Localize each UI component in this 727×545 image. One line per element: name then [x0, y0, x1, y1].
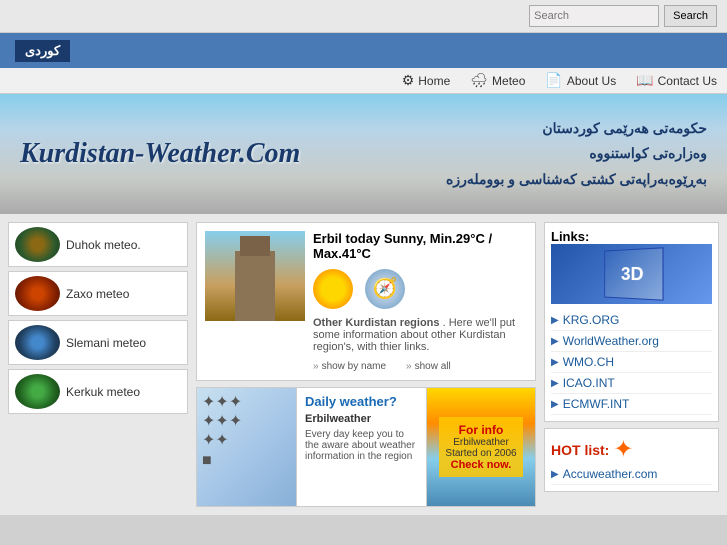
blue-banner: كوردى	[0, 33, 727, 68]
hero-banner: Kurdistan-Weather.Com حكومەتى هەرێمى كور…	[0, 94, 727, 214]
nav-home-label: Home	[418, 74, 450, 88]
about-icon: 📄	[545, 72, 562, 89]
nav-home[interactable]: ⚙ Home	[402, 72, 451, 89]
main-content: Duhok meteo. Zaxo meteo Slemani meteo Ke…	[0, 214, 727, 515]
link-icao[interactable]: ▶ ICAO.INT	[551, 373, 712, 394]
nav-bar: ⚙ Home 🌧 Meteo 📄 About Us 📖 Contact Us	[0, 68, 727, 94]
arrow-icon-accu: ▶	[551, 469, 559, 480]
show-links-row: » show by name » show all	[313, 361, 527, 372]
erbil-tower	[235, 251, 275, 321]
hero-line2: وەزارەتى كواستنووە	[446, 141, 707, 166]
arrow-icon-krg: ▶	[551, 315, 559, 326]
meteo-icon: 🌧	[470, 72, 488, 89]
links-title: Links:	[551, 229, 589, 244]
hot-star-icon: ✦	[613, 435, 633, 464]
weather-symbols: ✦✦✦✦✦✦✦✦■	[202, 393, 242, 470]
contact-icon: 📖	[636, 72, 653, 89]
other-regions-text: Other Kurdistan regions . Here we'll put…	[313, 317, 527, 353]
link-accuweather[interactable]: ▶ Accuweather.com	[551, 464, 712, 485]
link-wmo-label: WMO.CH	[563, 355, 614, 369]
slemani-label: Slemani meteo	[66, 336, 146, 350]
site-logo: Kurdistan-Weather.Com	[20, 138, 300, 170]
links-box: Links: 3D ▶ KRG.ORG ▶ WorldWeather.org ▶…	[544, 222, 719, 422]
zaxo-label: Zaxo meteo	[66, 287, 129, 301]
daily-title: Daily weather?	[305, 394, 418, 409]
kurdish-label[interactable]: كوردى	[15, 40, 70, 62]
hot-list-box: HOT list: ✦ ▶ Accuweather.com	[544, 428, 719, 492]
for-info-area: For info Erbilweather Started on 2006 Ch…	[427, 388, 535, 506]
arrow-icon-icao: ▶	[551, 378, 559, 389]
nav-meteo[interactable]: 🌧 Meteo	[470, 72, 525, 89]
nav-contact-label: Contact Us	[658, 74, 717, 88]
erbil-image	[205, 231, 305, 321]
for-info-subtitle: Erbilweather	[445, 437, 516, 448]
sidebar-item-slemani[interactable]: Slemani meteo	[8, 320, 188, 365]
search-input[interactable]	[529, 5, 659, 27]
book-3d-icon: 3D	[604, 247, 663, 300]
weather-map: ✦✦✦✦✦✦✦✦■	[197, 388, 297, 506]
link-ecmwf[interactable]: ▶ ECMWF.INT	[551, 394, 712, 415]
daily-desc: Every day keep you to the aware about we…	[305, 429, 418, 462]
hero-line1: حكومەتى هەرێمى كوردستان	[446, 116, 707, 141]
sidebar-item-duhok[interactable]: Duhok meteo.	[8, 222, 188, 267]
daily-text-area: Daily weather? Erbilweather Every day ke…	[297, 388, 427, 506]
link-accu-label: Accuweather.com	[563, 467, 658, 481]
sun-icon	[313, 269, 353, 309]
arrow-icon-ecmwf: ▶	[551, 399, 559, 410]
duhok-label: Duhok meteo.	[66, 238, 141, 252]
hero-line3: بەڕێوەبەراپەتى كشتى كەشناسى و بووملەرزە	[446, 167, 707, 192]
erbil-today-title: Erbil today Sunny, Min.29°C / Max.41°C	[313, 231, 527, 261]
show-by-name-link[interactable]: » show by name	[313, 361, 386, 372]
search-button[interactable]: Search	[664, 5, 717, 27]
arrow-icon-1: »	[313, 361, 319, 372]
nav-meteo-label: Meteo	[492, 74, 525, 88]
nav-about-label: About Us	[567, 74, 616, 88]
daily-subtitle: Erbilweather	[305, 413, 418, 425]
arrow-icon-2: »	[406, 361, 412, 372]
link-krg[interactable]: ▶ KRG.ORG	[551, 310, 712, 331]
erbil-info: Erbil today Sunny, Min.29°C / Max.41°C 🧭…	[313, 231, 527, 372]
kerkuk-thumb	[15, 374, 60, 409]
hot-list-header: HOT list: ✦	[551, 435, 712, 464]
link-ww-label: WorldWeather.org	[563, 334, 659, 348]
link-krg-label: KRG.ORG	[563, 313, 620, 327]
nav-about[interactable]: 📄 About Us	[545, 72, 616, 89]
kerkuk-label: Kerkuk meteo	[66, 385, 140, 399]
for-info-box[interactable]: For info Erbilweather Started on 2006 Ch…	[439, 417, 522, 477]
compass-icon: 🧭	[365, 269, 405, 309]
arrow-icon-ww: ▶	[551, 336, 559, 347]
hot-label: HOT list:	[551, 442, 609, 458]
link-worldweather[interactable]: ▶ WorldWeather.org	[551, 331, 712, 352]
book-image: 3D	[551, 244, 712, 304]
erbil-today-section: Erbil today Sunny, Min.29°C / Max.41°C 🧭…	[196, 222, 536, 381]
arrow-icon-wmo: ▶	[551, 357, 559, 368]
duhok-thumb	[15, 227, 60, 262]
hero-text: حكومەتى هەرێمى كوردستان وەزارەتى كواستنو…	[446, 116, 707, 192]
show-all-link[interactable]: » show all	[406, 361, 451, 372]
sidebar-item-zaxo[interactable]: Zaxo meteo	[8, 271, 188, 316]
right-sidebar: Links: 3D ▶ KRG.ORG ▶ WorldWeather.org ▶…	[544, 222, 719, 507]
center-content: Erbil today Sunny, Min.29°C / Max.41°C 🧭…	[196, 222, 536, 507]
for-info-title: For info	[445, 423, 516, 437]
for-info-detail: Started on 2006	[445, 448, 516, 459]
link-icao-label: ICAO.INT	[563, 376, 615, 390]
link-wmo[interactable]: ▶ WMO.CH	[551, 352, 712, 373]
left-sidebar: Duhok meteo. Zaxo meteo Slemani meteo Ke…	[8, 222, 188, 507]
link-ecmwf-label: ECMWF.INT	[563, 397, 630, 411]
check-now-label[interactable]: Check now.	[445, 459, 516, 471]
weather-map-bg: ✦✦✦✦✦✦✦✦■	[197, 388, 296, 506]
nav-contact[interactable]: 📖 Contact Us	[636, 72, 717, 89]
zaxo-thumb	[15, 276, 60, 311]
slemani-thumb	[15, 325, 60, 360]
sidebar-item-kerkuk[interactable]: Kerkuk meteo	[8, 369, 188, 414]
weather-icons-row: 🧭	[313, 265, 527, 313]
daily-weather-section: ✦✦✦✦✦✦✦✦■ Daily weather? Erbilweather Ev…	[196, 387, 536, 507]
top-search-bar: Search	[0, 0, 727, 33]
home-icon: ⚙	[402, 72, 415, 89]
